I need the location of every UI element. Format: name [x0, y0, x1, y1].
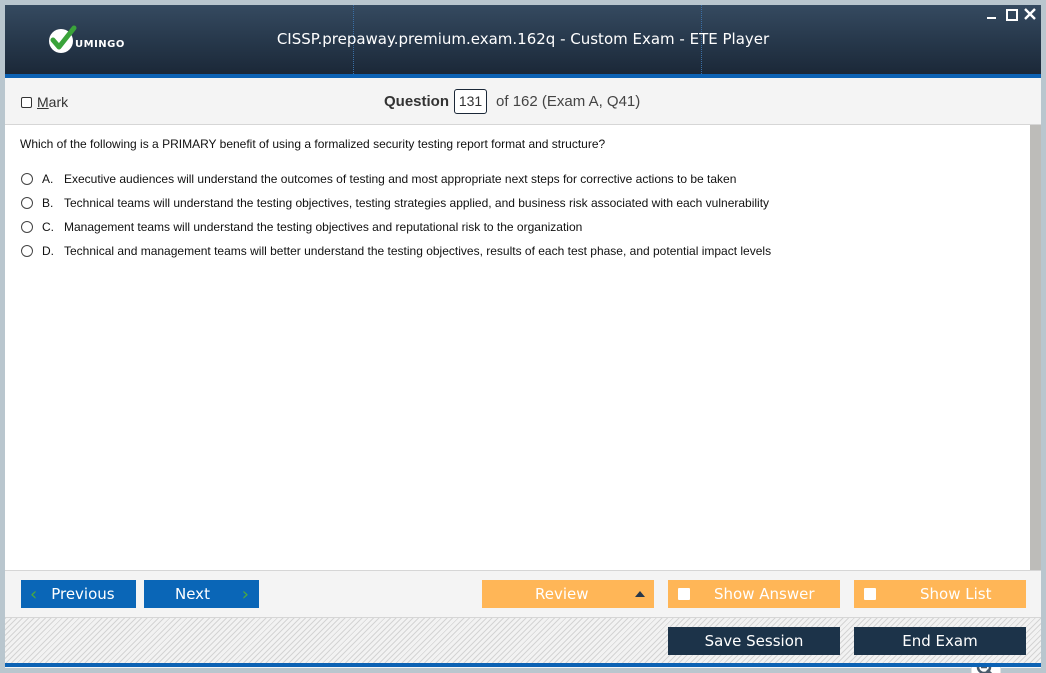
answer-option-b[interactable]: B. Technical teams will understand the t…: [21, 191, 771, 215]
window-title: CISSP.prepaway.premium.exam.162q - Custo…: [276, 30, 770, 48]
question-bar: Mark Question 131 of 162 (Exam A, Q41): [5, 78, 1041, 125]
save-session-button[interactable]: Save Session: [668, 627, 840, 655]
question-panel: Which of the following is a PRIMARY bene…: [5, 125, 1030, 673]
option-text: Executive audiences will understand the …: [64, 172, 737, 186]
chevron-left-icon: ‹: [30, 583, 38, 605]
answer-option-a[interactable]: A. Executive audiences will understand t…: [21, 167, 771, 191]
review-label: Review: [535, 585, 589, 603]
navigation-bar: ‹ Previous Next › Review Show Answer Sho…: [5, 570, 1041, 618]
chevron-right-icon: ›: [241, 583, 249, 605]
option-letter: C.: [42, 220, 54, 234]
answer-options: A. Executive audiences will understand t…: [21, 167, 771, 263]
show-list-label: Show List: [920, 585, 992, 603]
previous-button[interactable]: ‹ Previous: [21, 580, 136, 608]
mark-label: Mark: [37, 94, 69, 110]
question-count: of 162 (Exam A, Q41): [496, 93, 641, 110]
option-text: Technical teams will understand the test…: [64, 196, 770, 210]
option-text: Technical and management teams will bett…: [64, 244, 772, 258]
minimize-icon[interactable]: [985, 7, 999, 21]
question-text: Which of the following is a PRIMARY bene…: [20, 137, 606, 151]
maximize-icon[interactable]: [1004, 7, 1018, 21]
end-exam-button[interactable]: End Exam: [854, 627, 1026, 655]
checkbox-icon[interactable]: [21, 96, 32, 108]
radio-button[interactable]: [21, 245, 33, 257]
radio-button[interactable]: [21, 197, 33, 209]
window-controls: [985, 7, 1037, 21]
footer-accent-stripe: [5, 663, 1041, 667]
close-icon[interactable]: [1023, 7, 1037, 21]
vertical-scrollbar[interactable]: [1030, 125, 1041, 570]
review-button[interactable]: Review: [482, 580, 654, 608]
question-label: Question: [384, 93, 450, 110]
caret-up-icon: [635, 591, 645, 597]
option-letter: A.: [42, 172, 54, 186]
option-letter: B.: [42, 196, 54, 210]
option-letter: D.: [42, 244, 54, 258]
app-window: UMINGO CISSP.prepaway.premium.exam.162q …: [5, 5, 1041, 673]
question-navigator: Question 131 of 162 (Exam A, Q41): [384, 89, 640, 114]
checkbox-icon[interactable]: [678, 588, 690, 600]
next-button[interactable]: Next ›: [144, 580, 259, 608]
title-bar: UMINGO CISSP.prepaway.premium.exam.162q …: [5, 5, 1041, 74]
question-number-input[interactable]: 131: [454, 89, 488, 114]
mark-checkbox[interactable]: Mark: [21, 94, 68, 110]
radio-button[interactable]: [21, 173, 33, 185]
option-text: Management teams will understand the tes…: [64, 220, 583, 234]
session-footer: Save Session End Exam: [5, 618, 1041, 663]
previous-label: Previous: [51, 585, 115, 603]
show-answer-label: Show Answer: [714, 585, 815, 603]
answer-option-d[interactable]: D. Technical and management teams will b…: [21, 239, 771, 263]
checkbox-icon[interactable]: [864, 588, 876, 600]
show-answer-button[interactable]: Show Answer: [668, 580, 840, 608]
answer-option-c[interactable]: C. Management teams will understand the …: [21, 215, 771, 239]
radio-button[interactable]: [21, 221, 33, 233]
next-label: Next: [175, 585, 210, 603]
show-list-button[interactable]: Show List: [854, 580, 1026, 608]
